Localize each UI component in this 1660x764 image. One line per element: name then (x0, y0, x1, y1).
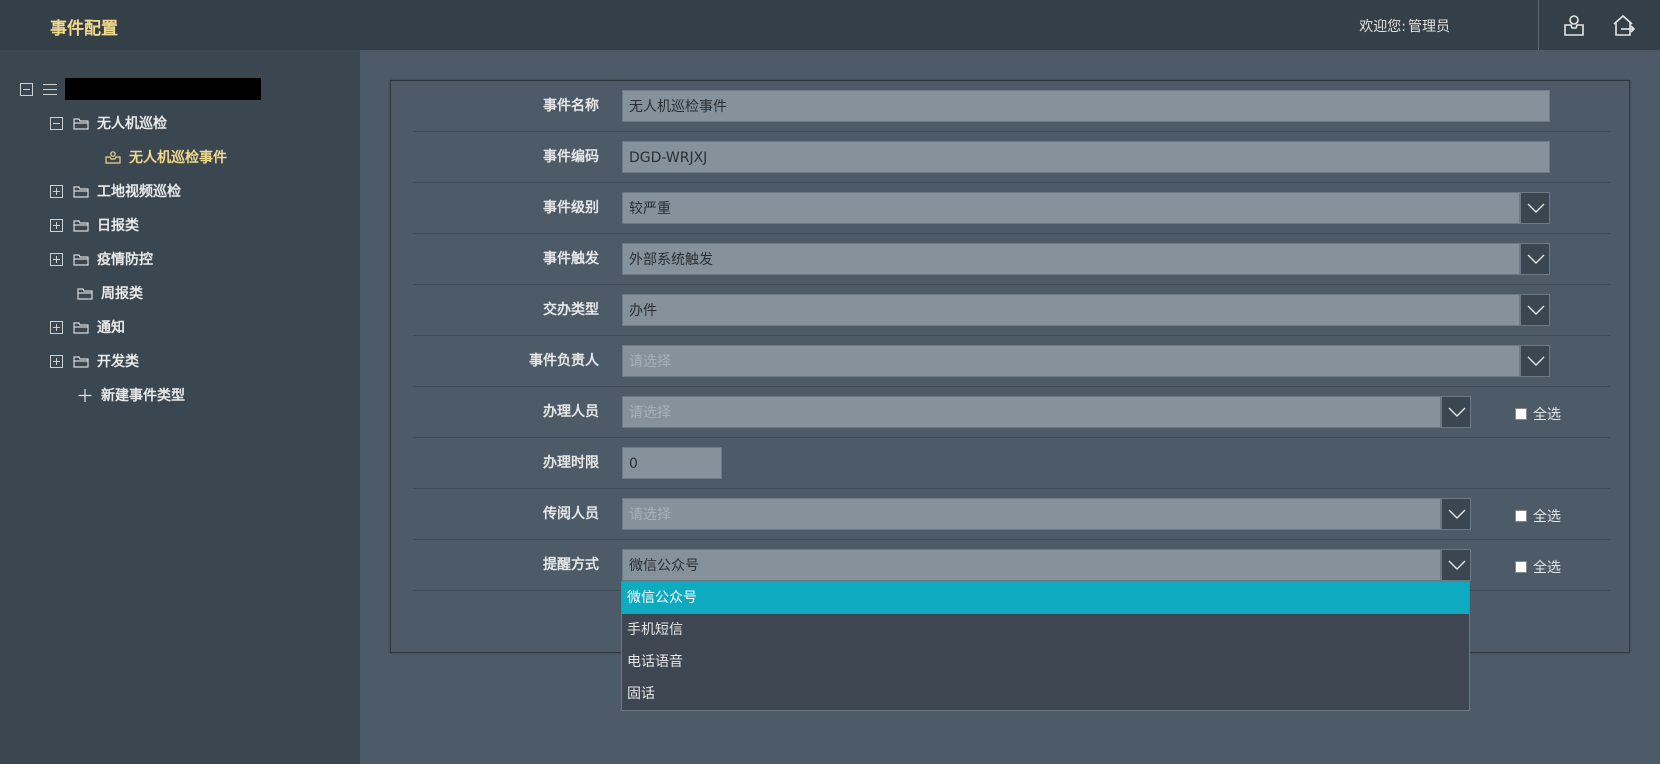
tree-item-label: 工地视频巡检 (97, 184, 181, 200)
tree-item-label: 无人机巡检事件 (129, 150, 227, 166)
tree-item-label: 周报类 (101, 286, 143, 302)
folder-icon (73, 117, 89, 130)
checkbox[interactable] (1515, 561, 1527, 573)
tree-item-daily-report[interactable]: 日报类 (50, 213, 139, 237)
folder-icon (73, 355, 89, 368)
chevron-down-icon[interactable] (1441, 498, 1471, 530)
user-name: 管理员 (1408, 19, 1450, 35)
readers-select-all[interactable]: 全选 (1515, 506, 1561, 526)
handlers-select[interactable]: 请选择 (622, 396, 1441, 428)
select-all-label: 全选 (1533, 560, 1561, 576)
header-divider (1538, 0, 1539, 50)
expand-icon[interactable] (50, 354, 63, 368)
chevron-down-icon[interactable] (1520, 192, 1550, 224)
time-limit-label: 办理时限 (543, 455, 599, 471)
page-title: 事件配置 (50, 19, 118, 39)
root-label-redacted (65, 78, 261, 100)
new-event-type-label: 新建事件类型 (101, 388, 185, 404)
tree-item-uav-inspection[interactable]: 无人机巡检 (50, 111, 167, 135)
readers-label: 传阅人员 (543, 506, 599, 522)
expand-icon[interactable] (50, 252, 63, 266)
row-event-trigger: 事件触发 外部系统触发 (413, 234, 1610, 285)
chevron-down-icon[interactable] (1441, 549, 1471, 581)
sidebar-tree: 无人机巡检 无人机巡检事件 工地视频巡检 日报类 疫情防控 周报类 通知 开发类… (0, 50, 360, 764)
event-trigger-select[interactable]: 外部系统触发 (622, 243, 1520, 275)
row-event-code: 事件编码 DGD-WRJXJ (413, 132, 1610, 183)
expand-icon[interactable] (50, 184, 63, 198)
readers-select[interactable]: 请选择 (622, 498, 1441, 530)
tree-item-site-video[interactable]: 工地视频巡检 (50, 179, 181, 203)
welcome-prefix: 欢迎您: (1359, 19, 1406, 35)
row-assign-type: 交办类型 办件 (413, 285, 1610, 336)
event-code-input[interactable]: DGD-WRJXJ (622, 141, 1550, 173)
row-event-name: 事件名称 无人机巡检事件 (413, 81, 1610, 132)
top-header: 事件配置 欢迎您: 管理员 (0, 0, 1660, 50)
tree-item-label: 开发类 (97, 354, 139, 370)
tree-item-uav-event[interactable]: 无人机巡检事件 (105, 145, 227, 169)
checkbox[interactable] (1515, 510, 1527, 522)
plus-icon (78, 388, 92, 402)
chevron-down-icon[interactable] (1520, 345, 1550, 377)
event-name-input[interactable]: 无人机巡检事件 (622, 90, 1550, 122)
user-profile-icon[interactable] (1561, 12, 1587, 38)
folder-icon (73, 253, 89, 266)
remind-dropdown-list: 微信公众号 手机短信 电话语音 固话 (621, 581, 1470, 711)
handlers-label: 办理人员 (543, 404, 599, 420)
logout-icon[interactable] (1610, 12, 1636, 38)
tree-item-dev[interactable]: 开发类 (50, 349, 139, 373)
folder-icon (73, 185, 89, 198)
tree-item-label: 无人机巡检 (97, 116, 167, 132)
remind-label: 提醒方式 (543, 557, 599, 573)
event-name-label: 事件名称 (543, 98, 599, 114)
inbox-icon (105, 150, 121, 164)
collapse-icon[interactable] (20, 82, 33, 96)
new-event-type-button[interactable]: 新建事件类型 (77, 383, 185, 407)
tree-item-label: 日报类 (97, 218, 139, 234)
option-wechat[interactable]: 微信公众号 (622, 582, 1469, 614)
row-event-owner: 事件负责人 请选择 (413, 336, 1610, 387)
event-trigger-label: 事件触发 (543, 251, 599, 267)
expand-icon[interactable] (50, 320, 63, 334)
option-landline[interactable]: 固话 (622, 678, 1469, 710)
expand-icon[interactable] (50, 218, 63, 232)
option-voice-call[interactable]: 电话语音 (622, 646, 1469, 678)
checkbox[interactable] (1515, 408, 1527, 420)
select-all-label: 全选 (1533, 407, 1561, 423)
time-limit-input[interactable]: 0 (622, 447, 722, 479)
row-readers: 传阅人员 请选择 全选 (413, 489, 1610, 540)
tree-item-label: 疫情防控 (97, 252, 153, 268)
menu-icon (43, 83, 57, 95)
row-time-limit: 办理时限 0 (413, 438, 1610, 489)
option-sms[interactable]: 手机短信 (622, 614, 1469, 646)
chevron-down-icon[interactable] (1520, 294, 1550, 326)
event-level-label: 事件级别 (543, 200, 599, 216)
chevron-down-icon[interactable] (1441, 396, 1471, 428)
select-all-label: 全选 (1533, 509, 1561, 525)
remind-select[interactable]: 微信公众号 (622, 549, 1441, 581)
tree-root[interactable] (20, 77, 261, 101)
event-config-form: 事件名称 无人机巡检事件 事件编码 DGD-WRJXJ 事件级别 较严重 事件触… (390, 80, 1630, 653)
remind-select-all[interactable]: 全选 (1515, 557, 1561, 577)
event-owner-label: 事件负责人 (529, 353, 599, 369)
chevron-down-icon[interactable] (1520, 243, 1550, 275)
collapse-icon[interactable] (50, 116, 63, 130)
folder-icon (77, 287, 93, 300)
assign-type-label: 交办类型 (543, 302, 599, 318)
event-code-label: 事件编码 (543, 149, 599, 165)
event-level-select[interactable]: 较严重 (622, 192, 1520, 224)
welcome-text: 欢迎您: 管理员 (1357, 16, 1450, 36)
tree-item-weekly-report[interactable]: 周报类 (77, 281, 143, 305)
tree-item-notice[interactable]: 通知 (50, 315, 125, 339)
row-handlers: 办理人员 请选择 全选 (413, 387, 1610, 438)
tree-item-epidemic[interactable]: 疫情防控 (50, 247, 153, 271)
assign-type-select[interactable]: 办件 (622, 294, 1520, 326)
tree-item-label: 通知 (97, 320, 125, 336)
folder-icon (73, 219, 89, 232)
folder-icon (73, 321, 89, 334)
handlers-select-all[interactable]: 全选 (1515, 404, 1561, 424)
event-owner-select[interactable]: 请选择 (622, 345, 1520, 377)
row-event-level: 事件级别 较严重 (413, 183, 1610, 234)
